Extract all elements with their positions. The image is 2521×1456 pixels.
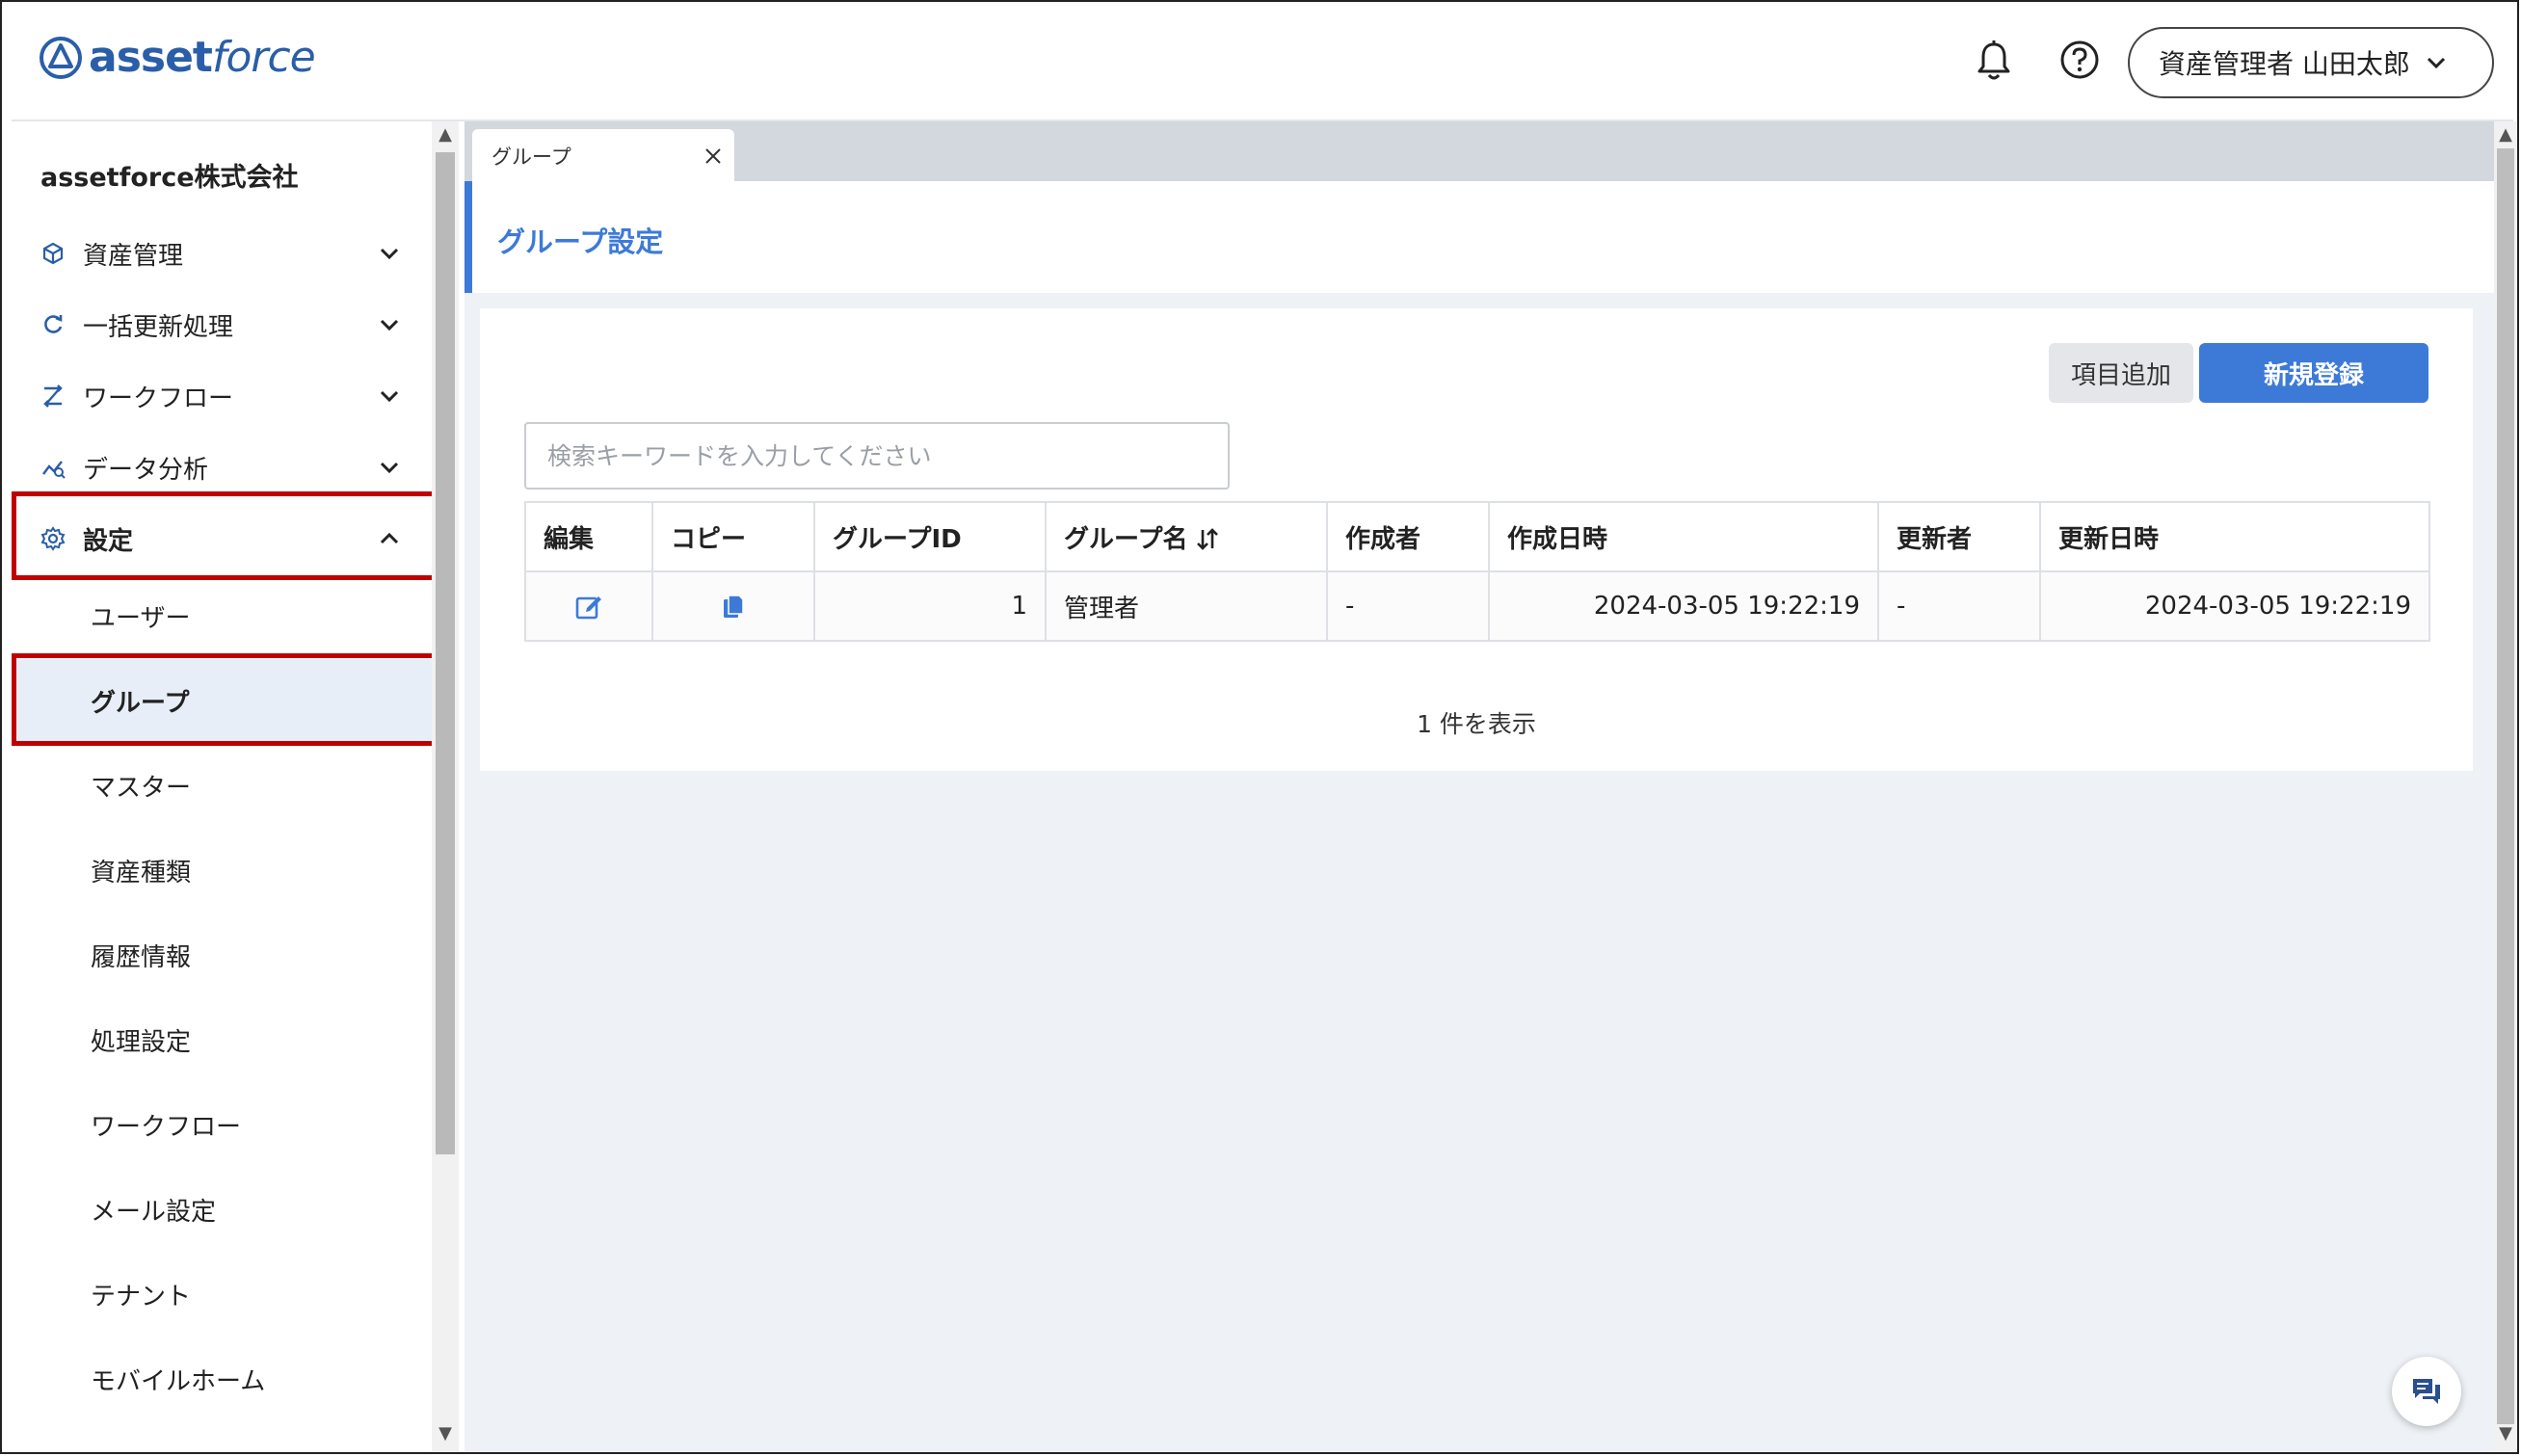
column-header-label: グループ名 xyxy=(1064,524,1188,554)
workflow-icon xyxy=(43,384,63,408)
sidebar-subitem-mobile-home[interactable]: モバイルホーム xyxy=(12,1337,432,1420)
chevron-down-icon xyxy=(380,248,399,260)
edit-cell xyxy=(524,570,653,642)
sidebar-item-label: 設定 xyxy=(83,526,134,556)
help-icon[interactable] xyxy=(2058,39,2101,81)
sidebar-subitem-workflow[interactable]: ワークフロー xyxy=(12,1083,432,1166)
sidebar-subitem-label: 履歴情報 xyxy=(91,942,192,972)
scroll-up-arrow-icon[interactable]: ▲ xyxy=(436,125,455,145)
sidebar-item-label: 資産管理 xyxy=(83,241,184,271)
copy-cell xyxy=(651,570,815,642)
sidebar-subitem-mail[interactable]: メール設定 xyxy=(12,1168,432,1251)
cell-updated-at: 2024-03-05 19:22:19 xyxy=(2039,570,2430,642)
table-header-row: 編集 コピー グループID グループ名 作成者 作成日時 更新者 更新日時 xyxy=(524,501,2430,572)
sidebar: assetforce株式会社 資産管理 一括更新処理 ワークフロー データ分析 … xyxy=(12,121,432,1452)
search-input[interactable] xyxy=(524,422,1230,490)
sidebar-subitem-master[interactable]: マスター xyxy=(12,744,432,827)
column-header-creator[interactable]: 作成者 xyxy=(1326,501,1490,572)
user-menu-button[interactable]: 資産管理者 山田太郎 xyxy=(2128,27,2494,98)
sidebar-subitem-label: 資産種類 xyxy=(91,858,192,887)
scroll-up-arrow-icon[interactable]: ▲ xyxy=(2496,125,2515,145)
sidebar-subitem-label: グループ xyxy=(91,688,190,718)
group-table: 編集 コピー グループID グループ名 作成者 作成日時 更新者 更新日時 1 … xyxy=(524,501,2430,642)
sidebar-subitem-label: ユーザー xyxy=(91,603,191,633)
sidebar-item-workflow[interactable]: ワークフロー xyxy=(12,362,432,430)
column-header-updater[interactable]: 更新者 xyxy=(1877,501,2041,572)
scroll-down-arrow-icon[interactable]: ▼ xyxy=(436,1424,455,1443)
sidebar-subitem-groups[interactable]: グループ xyxy=(12,659,432,742)
sidebar-subitem-history[interactable]: 履歴情報 xyxy=(12,913,432,996)
notification-bell-icon[interactable] xyxy=(1974,39,2014,83)
chevron-down-icon xyxy=(380,390,399,403)
analytics-icon xyxy=(42,461,66,479)
column-header-updated-at[interactable]: 更新日時 xyxy=(2039,501,2430,572)
sidebar-subitem-asset-types[interactable]: 資産種類 xyxy=(12,829,432,912)
cell-updater: - xyxy=(1877,570,2041,642)
tab-label: グループ xyxy=(491,146,571,169)
sidebar-item-label: 一括更新処理 xyxy=(83,312,234,342)
new-registration-button[interactable]: 新規登録 xyxy=(2199,343,2428,403)
sidebar-item-label: データ分析 xyxy=(83,455,209,485)
sidebar-subitem-label: ワークフロー xyxy=(91,1112,242,1142)
cell-group-id: 1 xyxy=(813,570,1047,642)
sidebar-item-settings[interactable]: 設定 xyxy=(12,505,432,572)
column-header-copy: コピー xyxy=(651,501,815,572)
gear-icon xyxy=(40,526,66,551)
assetforce-logo[interactable]: assetforce xyxy=(39,33,316,82)
edit-icon[interactable] xyxy=(573,591,604,622)
sidebar-item-bulk-update[interactable]: 一括更新処理 xyxy=(12,291,432,358)
sidebar-subitem-label: 処理設定 xyxy=(91,1027,192,1057)
page-header: グループ設定 xyxy=(464,181,2494,293)
main-scrollbar[interactable]: ▲ ▼ xyxy=(2494,121,2517,1452)
column-header-created-at[interactable]: 作成日時 xyxy=(1488,501,1879,572)
chevron-down-icon xyxy=(380,319,399,331)
sidebar-subitem-label: テナント xyxy=(91,1282,192,1311)
refresh-icon xyxy=(44,315,63,333)
chat-button[interactable] xyxy=(2392,1357,2461,1426)
top-header: assetforce 資産管理者 山田太郎 xyxy=(12,2,2513,121)
main-scrollbar-thumb[interactable] xyxy=(2497,148,2514,1424)
chat-icon xyxy=(2413,1379,2440,1404)
column-header-group-id[interactable]: グループID xyxy=(813,501,1047,572)
group-list-panel: 項目追加 新規登録 編集 コピー グループID グループ名 作成者 作成日時 xyxy=(480,308,2473,771)
sidebar-subitem-label: メール設定 xyxy=(91,1197,217,1227)
result-count: 1 件を表示 xyxy=(1417,710,1536,738)
cell-group-name: 管理者 xyxy=(1045,570,1328,642)
chevron-down-icon xyxy=(380,462,399,474)
logo-text: assetforce xyxy=(89,33,316,82)
company-name: assetforce株式会社 xyxy=(40,163,299,193)
user-name: 資産管理者 山田太郎 xyxy=(2159,48,2410,80)
cube-icon xyxy=(42,242,64,265)
sidebar-item-label: ワークフロー xyxy=(83,384,234,413)
sidebar-subitem-users[interactable]: ユーザー xyxy=(12,574,432,657)
sidebar-subitem-label: マスター xyxy=(91,773,192,803)
sidebar-subitem-label: モバイルホーム xyxy=(91,1366,266,1396)
tab-groups[interactable]: グループ xyxy=(472,129,734,183)
column-header-group-name[interactable]: グループ名 xyxy=(1045,501,1328,572)
add-field-button[interactable]: 項目追加 xyxy=(2049,343,2193,403)
sort-icon[interactable] xyxy=(1195,527,1220,552)
chevron-up-icon xyxy=(380,532,399,544)
copy-icon[interactable] xyxy=(718,591,749,622)
tab-bar: グループ xyxy=(464,121,2494,183)
sidebar-item-data-analysis[interactable]: データ分析 xyxy=(12,434,432,501)
chevron-down-icon xyxy=(2427,57,2445,69)
main-content: グループ グループ設定 項目追加 新規登録 編集 コピー グループ xyxy=(464,121,2494,1452)
sidebar-subitem-tenant[interactable]: テナント xyxy=(12,1253,432,1336)
close-icon[interactable] xyxy=(703,146,723,166)
cell-creator: - xyxy=(1326,570,1490,642)
sidebar-scrollbar-thumb[interactable] xyxy=(436,152,455,1154)
table-row[interactable]: 1 管理者 - 2024-03-05 19:22:19 - 2024-03-05… xyxy=(524,570,2430,642)
cell-created-at: 2024-03-05 19:22:19 xyxy=(1488,570,1879,642)
column-header-edit: 編集 xyxy=(524,501,653,572)
page-title: グループ設定 xyxy=(497,225,664,258)
logo-mark-icon xyxy=(40,36,82,79)
sidebar-scrollbar[interactable]: ▲ ▼ xyxy=(432,121,459,1452)
scroll-down-arrow-icon[interactable]: ▼ xyxy=(2496,1424,2515,1443)
sidebar-item-asset-management[interactable]: 資産管理 xyxy=(12,220,432,287)
app-window: assetforce 資産管理者 山田太郎 assetforce株式会社 資産管… xyxy=(0,0,2519,1454)
sidebar-subitem-processing[interactable]: 処理設定 xyxy=(12,998,432,1081)
